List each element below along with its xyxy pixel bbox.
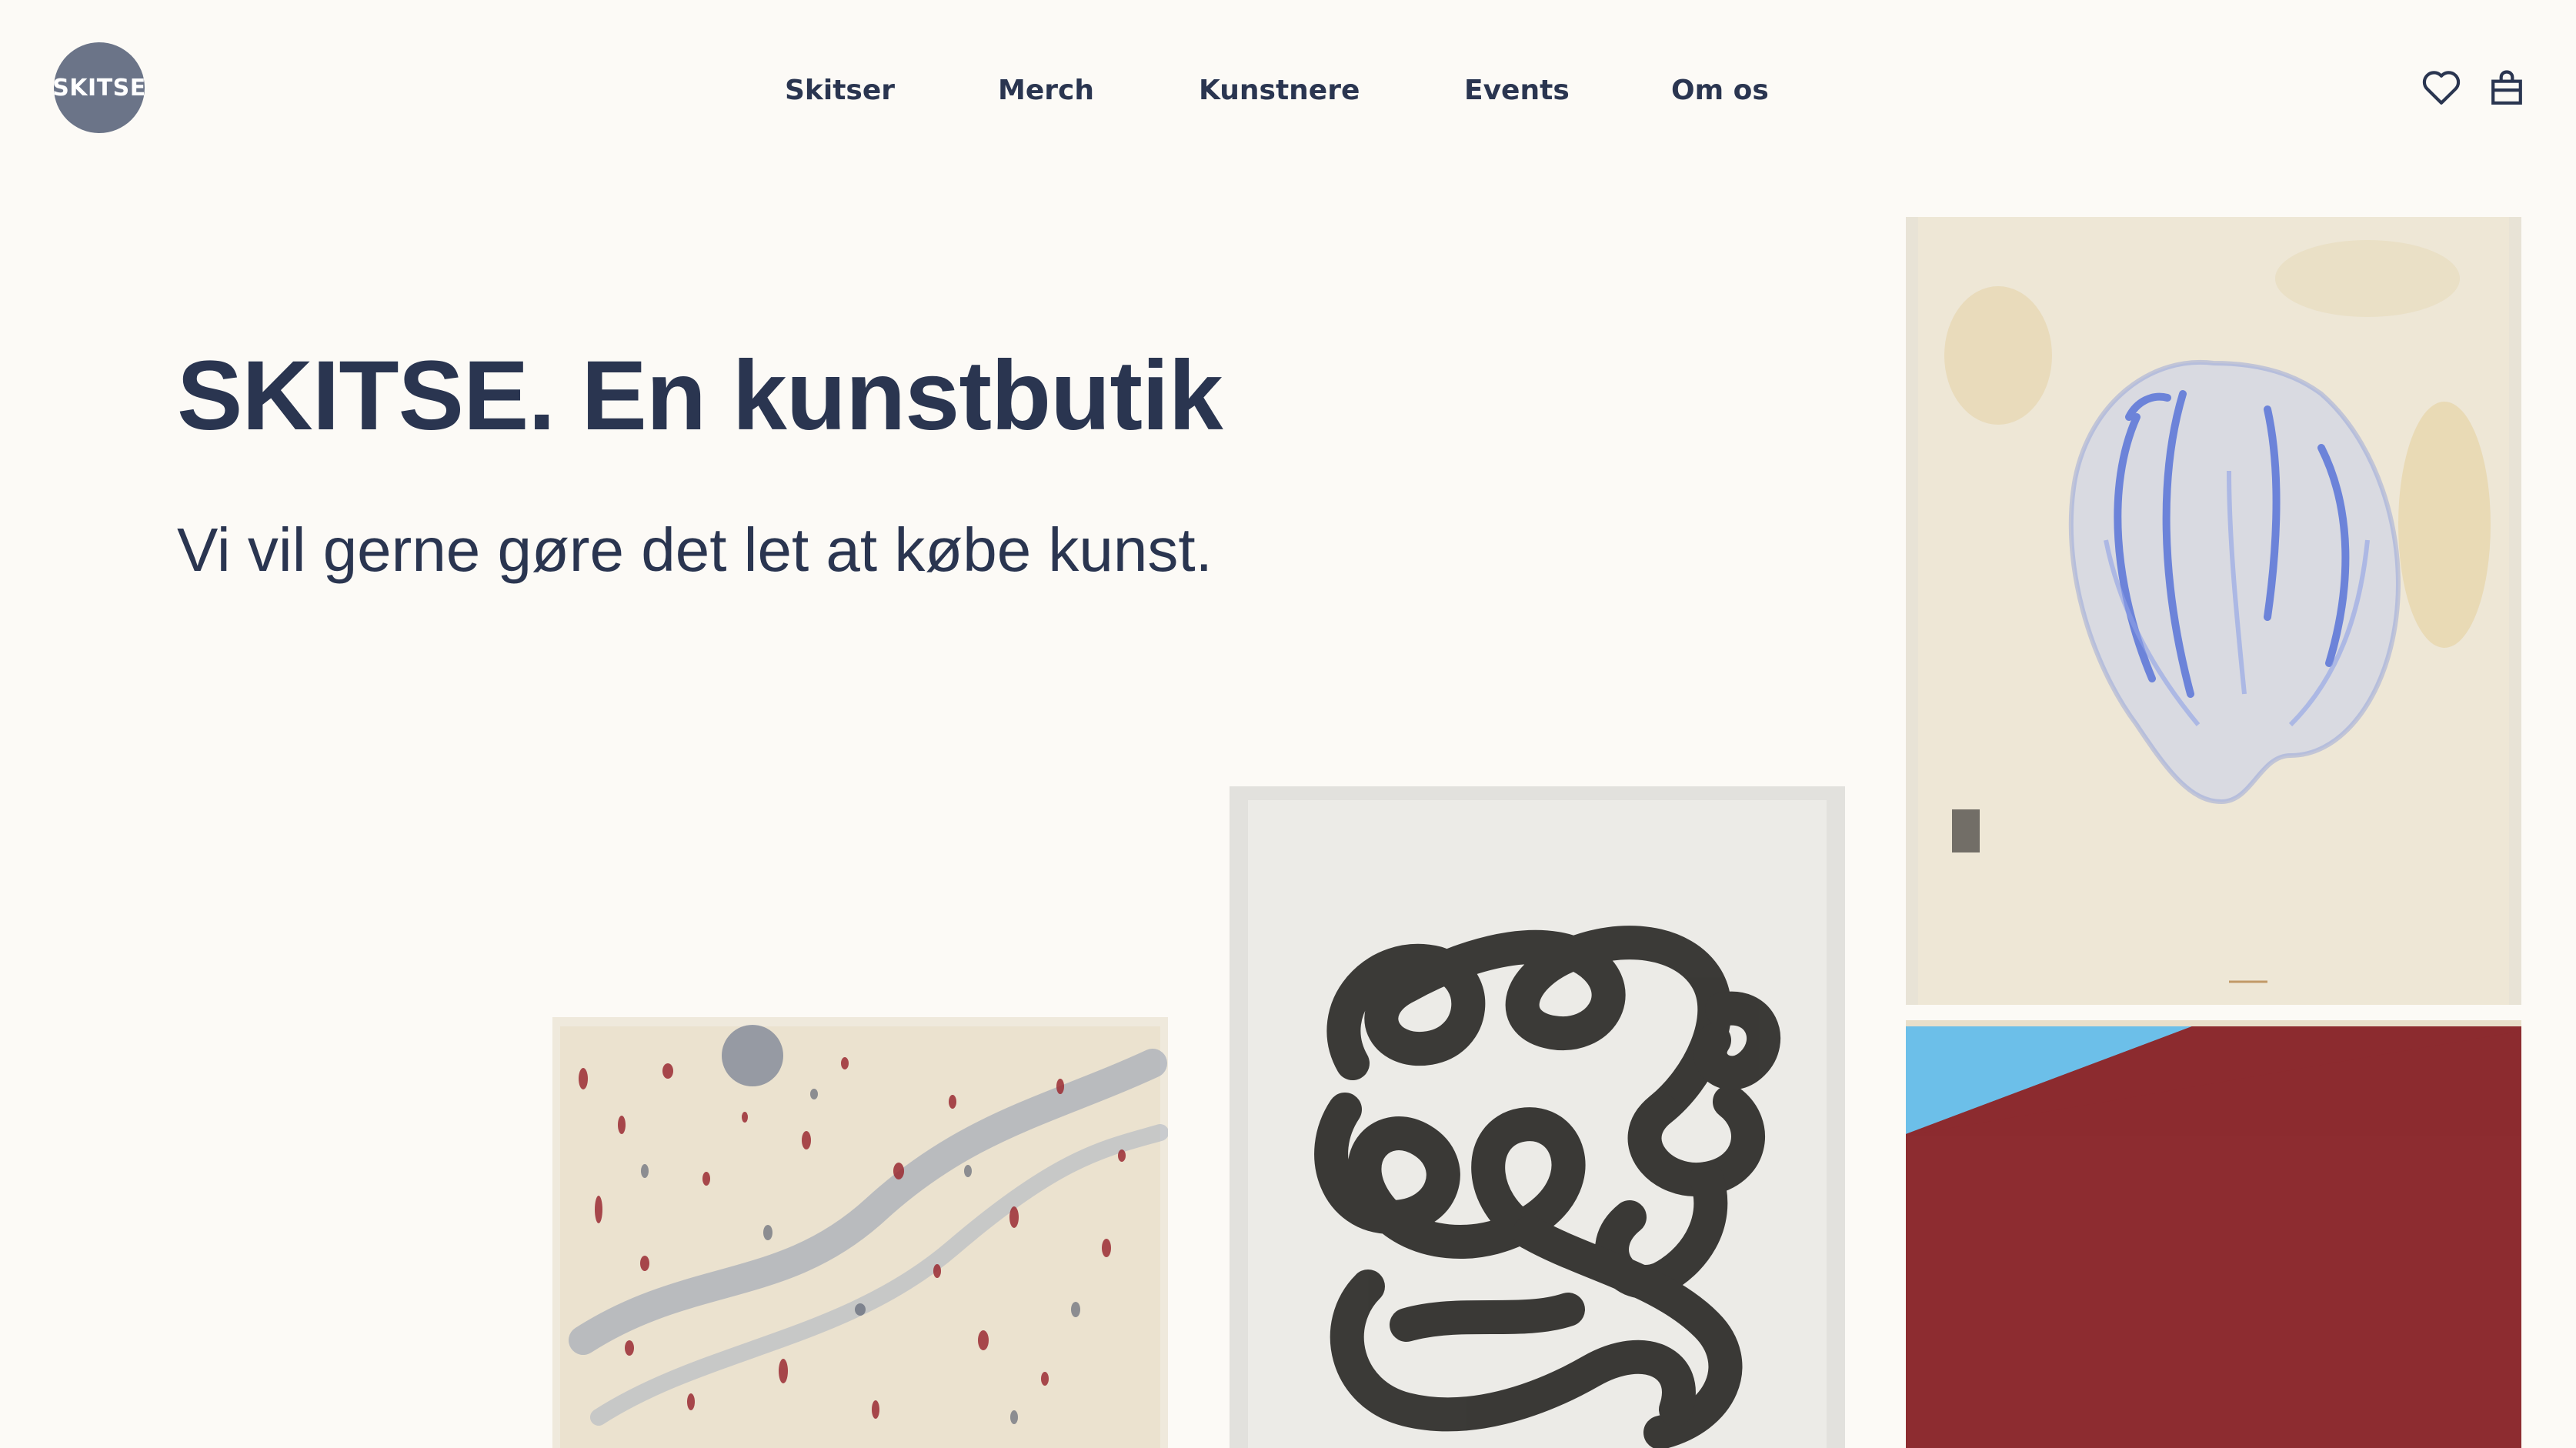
blue-shell-artwork[interactable] [1906, 217, 2521, 1005]
nav-item-kunstnere[interactable]: Kunstnere [1199, 68, 1360, 114]
nav-item-merch[interactable]: Merch [998, 68, 1094, 114]
shopping-bag-icon [2491, 70, 2522, 105]
nav-item-om-os[interactable]: Om os [1671, 68, 1769, 114]
red-blue-artwork-image [1906, 1020, 2521, 1448]
black-loops-artwork-image [1230, 786, 1845, 1448]
splatter-artwork-image [552, 1017, 1168, 1448]
logo[interactable]: SKITSE [52, 42, 146, 133]
favorites-button[interactable] [2418, 65, 2464, 111]
splatter-artwork[interactable] [552, 1017, 1168, 1448]
nav-item-skitser[interactable]: Skitser [785, 68, 895, 114]
heart-icon [2422, 71, 2461, 105]
red-blue-artwork[interactable] [1906, 1020, 2521, 1448]
hero-title: SKITSE. En kunstbutik [177, 341, 1223, 451]
hero-subtitle: Vi vil gerne gøre det let at købe kunst. [177, 515, 1213, 584]
cart-button[interactable] [2484, 65, 2530, 111]
black-loops-artwork[interactable] [1230, 786, 1845, 1448]
blue-shell-artwork-image [1906, 217, 2521, 1005]
logo-text: SKITSE [52, 74, 146, 102]
nav-item-events[interactable]: Events [1464, 68, 1570, 114]
